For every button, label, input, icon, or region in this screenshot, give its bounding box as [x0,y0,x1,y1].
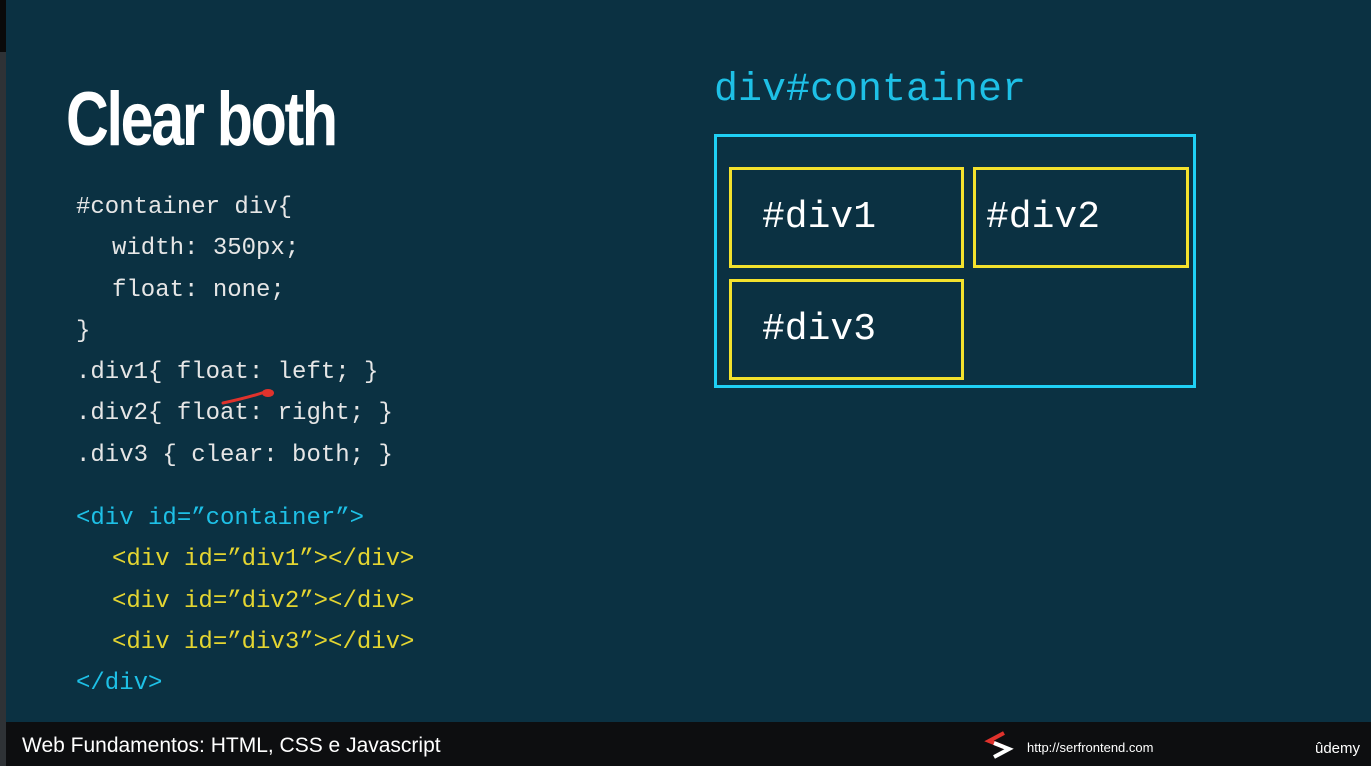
course-title: Web Fundamentos: HTML, CSS e Javascript [22,734,441,757]
css-line: .div3 { clear: both; } [76,441,393,469]
video-footer-bar: Web Fundamentos: HTML, CSS e Javascript … [6,722,1371,766]
css-line: #container div{ [76,194,293,221]
css-line: float: none; [112,276,285,304]
html-line-div1: <div id=”div1”></div> [112,546,415,574]
css-line: } [76,317,91,345]
slide: Clear both #container div{ width: 350px; f… [6,0,1371,722]
css-line: width: 350px; [112,235,300,263]
html-line-div3: <div id=”div3”></div> [112,628,415,656]
serfrontend-logo-icon [984,731,1014,759]
container-box: #div1 #div2 #div3 [714,134,1196,388]
css-code-block: #container div{ width: 350px; float: none;… [76,187,393,476]
html-line-div2: <div id=”div2”></div> [112,587,415,615]
slide-title: Clear both [66,77,338,162]
div3-box: #div3 [729,279,964,380]
div1-box: #div1 [729,167,964,268]
div2-box: #div2 [973,167,1189,268]
html-line-container-open: <div id=”container”> [76,505,365,532]
html-line-container-close: </div> [76,670,163,698]
container-label: div#container [714,68,1027,113]
html-code-block: <div id=”container”> <div id=”div1”></div… [76,498,414,704]
udemy-logo: ûdemy [1315,740,1361,757]
site-url: http://serfrontend.com [1027,740,1154,755]
pen-annotation-mark [221,389,274,405]
